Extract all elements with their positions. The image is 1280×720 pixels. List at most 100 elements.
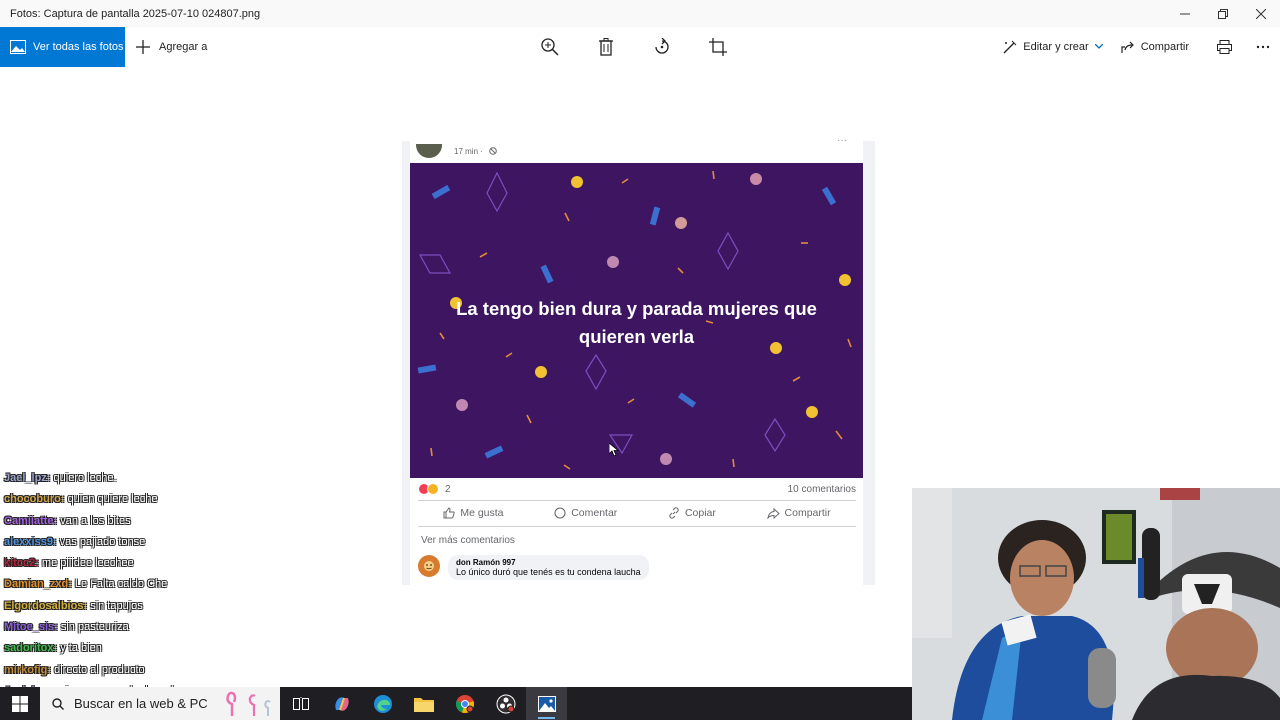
- taskbar-apps: [280, 687, 567, 720]
- edit-wand-icon: [1003, 40, 1017, 54]
- copilot-icon: [334, 696, 349, 711]
- zoom-in-icon: [541, 38, 559, 56]
- comment-bubble: don Ramón 997 Lo único duró que tenés es…: [448, 555, 649, 580]
- chat-message: alexxiss9: vas pajiado tonse: [4, 532, 304, 553]
- delete-button[interactable]: [596, 37, 616, 57]
- chat-username: chocoburo:: [4, 493, 65, 506]
- chat-text: sin tapujos: [90, 599, 143, 612]
- chevron-down-icon: [1094, 44, 1103, 49]
- chat-message: chocoburo: quien quiere leche: [4, 489, 304, 510]
- crop-button[interactable]: [708, 37, 728, 57]
- chat-message: Mitoe_sis: sin pasteuriza: [4, 617, 304, 638]
- task-view-button[interactable]: [280, 687, 321, 720]
- photos-toolbar: Ver todas las fotos Agregar a Editar y c…: [0, 27, 1280, 67]
- share-label: Compartir: [1140, 41, 1189, 53]
- copy-label: Copiar: [684, 507, 716, 519]
- webcam-overlay: [912, 488, 1280, 720]
- minimize-icon: [1180, 13, 1190, 14]
- chat-text: Le Falta caldo Che: [74, 578, 168, 591]
- chat-text: vas pajiado tonse: [59, 535, 146, 548]
- windows-taskbar: Buscar en la web & PC: [0, 687, 912, 720]
- right-tools: Editar y crear Compartir: [1003, 27, 1270, 67]
- trash-icon: [599, 38, 613, 56]
- task-view-icon: [292, 696, 309, 710]
- thumbs-up-icon: [443, 507, 455, 519]
- share-button[interactable]: Compartir: [1121, 41, 1189, 54]
- poster-avatar: [416, 144, 442, 158]
- minimize-button[interactable]: [1166, 0, 1204, 27]
- chat-username: Damian_zxd:: [4, 578, 72, 591]
- print-icon: [1217, 40, 1232, 54]
- comment-label: Comentar: [571, 507, 618, 519]
- photos-app-button[interactable]: [526, 687, 567, 720]
- reaction-count: 2: [445, 483, 451, 495]
- haha-reaction-icon: [427, 483, 439, 495]
- post-options-icon: ···: [837, 135, 847, 146]
- chat-text: sin pasteuriza: [60, 621, 129, 634]
- edge-app-button[interactable]: [362, 687, 403, 720]
- center-tools: [540, 27, 728, 67]
- chat-username: Jael_lpz:: [4, 472, 51, 484]
- like-button[interactable]: Me gusta: [443, 507, 504, 519]
- photos-app-icon: [537, 695, 556, 712]
- stream-chat-overlay: Jael_lpz: quiero leche. chocoburo: quien …: [4, 468, 304, 720]
- title-bar: Fotos: Captura de pantalla 2025-07-10 02…: [0, 0, 1280, 27]
- close-icon: [1256, 8, 1266, 19]
- facebook-post-card: 17 min · ··· La tengo bien dura y parada…: [402, 135, 875, 585]
- comment-button[interactable]: Comentar: [554, 507, 617, 519]
- chrome-app-button[interactable]: [444, 687, 485, 720]
- post-share-button[interactable]: Compartir: [766, 507, 831, 519]
- post-meta: 17 min ·: [416, 141, 497, 161]
- copilot-app-button[interactable]: [321, 687, 362, 720]
- chat-text: quien quiere leche: [67, 493, 158, 506]
- comment-item: don Ramón 997 Lo único duró que tenés es…: [418, 555, 649, 580]
- restore-button[interactable]: [1204, 0, 1242, 27]
- post-time: 17 min ·: [454, 146, 483, 156]
- search-icon: [52, 697, 64, 710]
- chat-username: alexxiss9:: [4, 535, 57, 548]
- windows-logo-icon: [12, 695, 28, 712]
- chat-message: mirkofig: directo al producto: [4, 660, 304, 681]
- edge-browser-icon: [373, 694, 392, 713]
- flamingo-search-highlight-icon: [226, 691, 271, 716]
- post-share-label: Compartir: [784, 507, 831, 519]
- chat-message: kitcc2: me piiidee leechee: [4, 553, 304, 574]
- more-options-button[interactable]: [1256, 45, 1270, 49]
- comment-count-link[interactable]: 10 comentarios: [788, 484, 856, 495]
- chat-username: sadoritox:: [4, 642, 58, 655]
- window-title: Fotos: Captura de pantalla 2025-07-10 02…: [10, 7, 261, 20]
- chat-text: quiero leche.: [53, 472, 117, 484]
- add-to-button[interactable]: Agregar a: [135, 39, 207, 55]
- crop-icon: [709, 38, 727, 56]
- taskbar-search-box[interactable]: Buscar en la web & PC: [40, 687, 280, 720]
- print-button[interactable]: [1217, 40, 1232, 54]
- copy-button[interactable]: Copiar: [668, 507, 716, 519]
- more-comments-link[interactable]: Ver más comentarios: [421, 535, 515, 546]
- restore-icon: [1218, 8, 1228, 19]
- post-text: La tengo bien dura y parada mujeres que …: [456, 298, 817, 347]
- zoom-button[interactable]: [540, 37, 560, 57]
- chrome-browser-icon: [455, 694, 474, 713]
- comment-author[interactable]: don Ramón 997: [456, 558, 641, 567]
- rotate-button[interactable]: [652, 37, 672, 57]
- chat-username: Mitoe_sis:: [4, 621, 58, 634]
- chat-text: directo al producto: [54, 663, 145, 676]
- chat-username: mirkofig:: [4, 663, 52, 676]
- view-all-photos-button[interactable]: Ver todas las fotos: [0, 27, 125, 67]
- chat-text: me piiidee leechee: [41, 557, 134, 570]
- edit-create-button[interactable]: Editar y crear: [1003, 40, 1103, 54]
- obs-app-button[interactable]: [485, 687, 526, 720]
- chat-message: Damian_zxd: Le Falta caldo Che: [4, 574, 304, 595]
- search-placeholder: Buscar en la web & PC: [74, 696, 208, 711]
- globe-icon: [489, 147, 497, 155]
- mouse-cursor-icon: [609, 443, 619, 457]
- edit-create-label: Editar y crear: [1023, 41, 1089, 53]
- start-button[interactable]: [0, 687, 40, 720]
- chat-message: Camiiatte: van a los bites: [4, 511, 304, 532]
- close-button[interactable]: [1242, 0, 1280, 27]
- chat-message: Jael_lpz: quiero leche.: [4, 468, 304, 489]
- file-explorer-button[interactable]: [403, 687, 444, 720]
- comment-icon: [554, 507, 566, 519]
- plus-icon: [136, 40, 150, 54]
- divider: [418, 526, 856, 527]
